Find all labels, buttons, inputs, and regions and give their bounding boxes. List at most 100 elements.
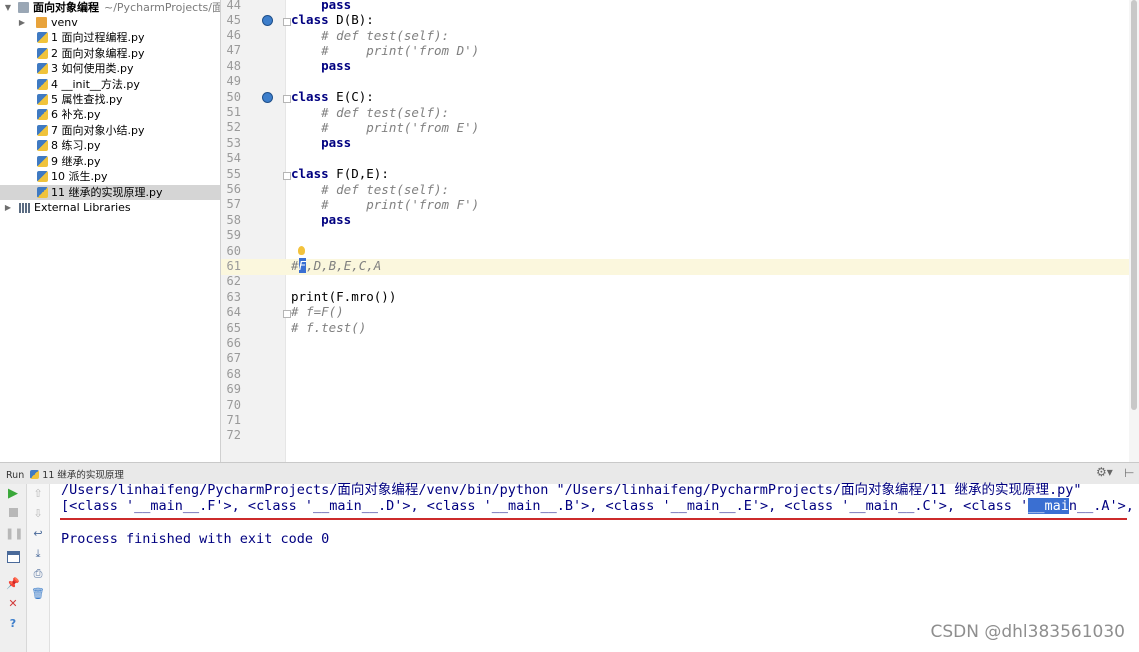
code-comment: # print('from E') — [291, 120, 480, 135]
stop-icon[interactable] — [5, 507, 21, 521]
gear-icon[interactable]: ⚙▾ — [1096, 465, 1113, 479]
console-output-text: [<class '__main__.F'>, <class '__main__.… — [61, 498, 1029, 514]
line-number: 49 — [226, 74, 241, 88]
run-config-name: 11 继承的实现原理 — [42, 470, 124, 481]
code-text: D(B): — [328, 12, 374, 27]
code-editor[interactable] — [286, 0, 1129, 462]
line-number: 69 — [226, 382, 241, 396]
lightbulb-icon[interactable] — [298, 246, 305, 255]
code-comment: # print('from F') — [291, 197, 480, 212]
python-file-icon — [37, 79, 48, 90]
arrow-down-icon[interactable]: ⇩ — [30, 507, 46, 521]
code-comment: ,D,B,E,C,A — [306, 258, 382, 273]
error-underline — [60, 518, 1127, 520]
help-icon[interactable]: ? — [5, 617, 21, 631]
run-tab[interactable]: Run 11 继承的实现原理 — [6, 467, 124, 481]
chevron-right-icon[interactable]: ▶ — [17, 15, 27, 30]
console-selection[interactable]: __mai — [1028, 498, 1069, 514]
line-number: 65 — [226, 321, 241, 335]
fold-icon[interactable] — [283, 18, 291, 26]
chevron-right-icon[interactable]: ▶ — [3, 200, 13, 215]
tree-file[interactable]: 8 练习.py — [0, 138, 220, 153]
python-file-icon — [30, 470, 40, 479]
line-number: 72 — [226, 428, 241, 442]
project-root-name: 面向对象编程 — [33, 1, 99, 14]
rerun-icon[interactable]: ▶ — [5, 487, 21, 501]
editor-scrollbar[interactable] — [1129, 0, 1139, 462]
print-icon[interactable]: ⎙ — [30, 567, 46, 581]
file-name: 10 派生.py — [51, 170, 108, 183]
tree-item-venv[interactable]: ▶ venv — [0, 15, 220, 30]
tree-file-selected[interactable]: 11 继承的实现原理.py — [0, 185, 220, 200]
tree-item-external-libraries[interactable]: ▶ External Libraries — [0, 200, 220, 215]
file-name: 3 如何使用类.py — [51, 62, 134, 75]
line-number: 52 — [226, 120, 241, 134]
python-file-icon — [37, 140, 48, 151]
code-comment: # print('from D') — [291, 43, 480, 58]
hide-icon[interactable]: ⊢ — [1124, 466, 1134, 480]
code-keyword: class — [291, 166, 329, 181]
tree-file[interactable]: 5 属性查找.py — [0, 92, 220, 107]
file-name: 11 继承的实现原理.py — [51, 186, 163, 199]
tree-item-label: External Libraries — [34, 201, 131, 214]
line-number: 47 — [226, 43, 241, 57]
code-line: pass — [291, 0, 351, 12]
code-comment: # f=F() — [291, 304, 344, 319]
line-number: 59 — [226, 228, 241, 242]
pause-icon[interactable]: ❚❚ — [5, 527, 23, 541]
run-tab-label: Run — [6, 470, 25, 481]
override-marker-icon[interactable] — [262, 92, 273, 103]
python-file-icon — [37, 63, 48, 74]
close-icon[interactable]: ✕ — [5, 597, 21, 611]
line-number: 70 — [226, 398, 241, 412]
tree-file[interactable]: 3 如何使用类.py — [0, 61, 220, 76]
fold-icon[interactable] — [283, 95, 291, 103]
line-number: 51 — [226, 105, 241, 119]
fold-icon[interactable] — [283, 172, 291, 180]
fold-icon[interactable] — [283, 310, 291, 318]
tree-file[interactable]: 1 面向过程编程.py — [0, 30, 220, 45]
code-comment: # def test(self): — [291, 28, 450, 43]
file-name: 6 补充.py — [51, 108, 101, 121]
chevron-down-icon[interactable]: ▼ — [3, 0, 13, 15]
line-number: 54 — [226, 151, 241, 165]
code-line: class F(D,E): — [291, 166, 389, 181]
folder-icon — [36, 17, 47, 28]
line-number: 62 — [226, 274, 241, 288]
tree-file[interactable]: 7 面向对象小结.py — [0, 123, 220, 138]
pin-icon[interactable]: 📌 — [5, 577, 21, 591]
line-number: 44 — [226, 0, 241, 12]
text-selection[interactable]: F — [298, 258, 307, 273]
scrollbar-thumb[interactable] — [1131, 0, 1137, 410]
line-number: 61 — [226, 259, 241, 273]
code-pass: pass — [291, 58, 352, 73]
run-toolbar-left: ▶ ❚❚ 📌 ✕ ? — [0, 484, 27, 652]
code-pass: pass — [291, 135, 352, 150]
line-number: 50 — [226, 90, 241, 104]
line-number: 71 — [226, 413, 241, 427]
python-file-icon — [37, 94, 48, 105]
file-name: 4 __init__方法.py — [51, 78, 140, 91]
line-number: 64 — [226, 305, 241, 319]
tree-file[interactable]: 10 派生.py — [0, 169, 220, 184]
python-file-icon — [37, 171, 48, 182]
soft-wrap-icon[interactable]: ↩ — [30, 527, 46, 541]
code-pass: pass — [291, 0, 352, 12]
tree-root[interactable]: ▼ 面向对象编程 ~/PycharmProjects/面向 — [0, 0, 220, 15]
tree-file[interactable]: 9 继承.py — [0, 154, 220, 169]
tree-file[interactable]: 4 __init__方法.py — [0, 77, 220, 92]
arrow-up-icon[interactable]: ⇧ — [30, 487, 46, 501]
trash-icon[interactable]: 🗑 — [30, 587, 46, 601]
console-output-text: n__.A'>, — [1068, 498, 1134, 514]
console-command-line: /Users/linhaifeng/PycharmProjects/面向对象编程… — [61, 482, 1082, 498]
scroll-to-end-icon[interactable]: ⤓ — [30, 547, 46, 561]
tree-file[interactable]: 6 补充.py — [0, 107, 220, 122]
override-marker-icon[interactable] — [262, 15, 273, 26]
tree-file[interactable]: 2 面向对象编程.py — [0, 46, 220, 61]
code-line: class D(B): — [291, 12, 374, 27]
tree-item-label: venv — [51, 16, 78, 29]
folder-icon — [18, 2, 29, 13]
python-file-icon — [37, 48, 48, 59]
layout-icon[interactable] — [5, 551, 21, 565]
code-line-current[interactable]: #F,D,B,E,C,A — [291, 258, 381, 273]
